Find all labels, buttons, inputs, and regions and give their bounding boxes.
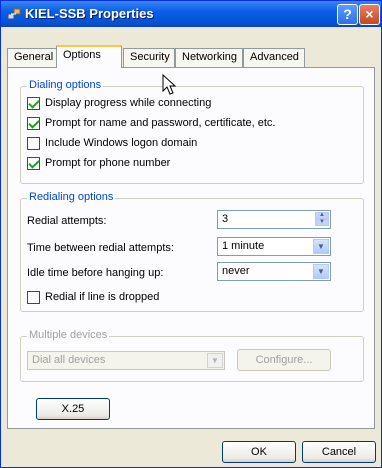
close-button[interactable]: × <box>359 4 380 25</box>
redial-attempts-value: 3 <box>222 213 229 225</box>
multiple-devices-title: Multiple devices <box>27 329 110 341</box>
checkbox-box[interactable] <box>27 291 40 304</box>
multiple-devices-value: Dial all devices <box>32 354 106 366</box>
checkbox-label: Redial if line is dropped <box>45 291 160 303</box>
network-connection-icon <box>7 8 21 20</box>
tab-security[interactable]: Security <box>123 48 175 67</box>
x25-button[interactable]: X.25 <box>36 398 110 420</box>
tab-general[interactable]: General <box>7 48 57 67</box>
dialing-options-group: Dialing options Display progress while c… <box>20 79 364 184</box>
checkbox-label: Prompt for phone number <box>45 157 171 169</box>
spin-down-icon[interactable]: ▼ <box>315 219 329 226</box>
cancel-button[interactable]: Cancel <box>302 441 376 463</box>
multiple-devices-select[interactable]: Dial all devices ▼ <box>27 351 225 370</box>
chevron-down-icon[interactable]: ▼ <box>313 264 329 279</box>
tab-networking[interactable]: Networking <box>175 48 243 67</box>
checkbox-box[interactable] <box>27 157 40 170</box>
redialing-options-group: Redialing options Redial attempts: 3 ▲ ▼… <box>20 191 364 312</box>
spin-up-icon[interactable]: ▲ <box>315 212 329 219</box>
redial-interval-select[interactable]: 1 minute ▼ <box>217 237 331 256</box>
redial-interval-label: Time between redial attempts: <box>27 242 174 254</box>
mouse-pointer-icon <box>162 74 177 95</box>
chevron-down-icon[interactable]: ▼ <box>313 239 329 254</box>
checkbox-box[interactable] <box>27 97 40 110</box>
configure-button[interactable]: Configure... <box>237 349 331 371</box>
checkbox-label: Include Windows logon domain <box>45 137 198 149</box>
idle-time-select[interactable]: never ▼ <box>217 262 331 281</box>
multiple-devices-group: Multiple devices Dial all devices ▼ Conf… <box>20 329 364 382</box>
options-tab-panel: Dialing options Display progress while c… <box>7 67 375 429</box>
dialog-window: KIEL-SSB Properties ? × General Options … <box>0 0 382 468</box>
spinner-buttons: ▲ ▼ <box>315 212 329 227</box>
checkbox-label: Prompt for name and password, certificat… <box>45 117 276 129</box>
idle-time-label: Idle time before hanging up: <box>27 267 164 279</box>
redial-interval-value: 1 minute <box>222 240 265 252</box>
ok-button[interactable]: OK <box>222 441 296 463</box>
tab-options[interactable]: Options <box>56 45 122 68</box>
help-button[interactable]: ? <box>337 4 358 25</box>
title-bar[interactable]: KIEL-SSB Properties ? × <box>1 1 381 27</box>
chevron-down-icon[interactable]: ▼ <box>207 353 223 368</box>
window-title: KIEL-SSB Properties <box>25 6 154 21</box>
tab-advanced[interactable]: Advanced <box>243 48 305 67</box>
redialing-options-title: Redialing options <box>27 191 116 203</box>
checkbox-box[interactable] <box>27 117 40 130</box>
redial-attempts-label: Redial attempts: <box>27 215 107 227</box>
redial-attempts-spinner[interactable]: 3 ▲ ▼ <box>217 210 331 229</box>
dialing-options-title: Dialing options <box>27 79 104 91</box>
idle-time-value: never <box>222 265 250 277</box>
checkbox-box[interactable] <box>27 137 40 150</box>
checkbox-label: Display progress while connecting <box>45 97 212 109</box>
